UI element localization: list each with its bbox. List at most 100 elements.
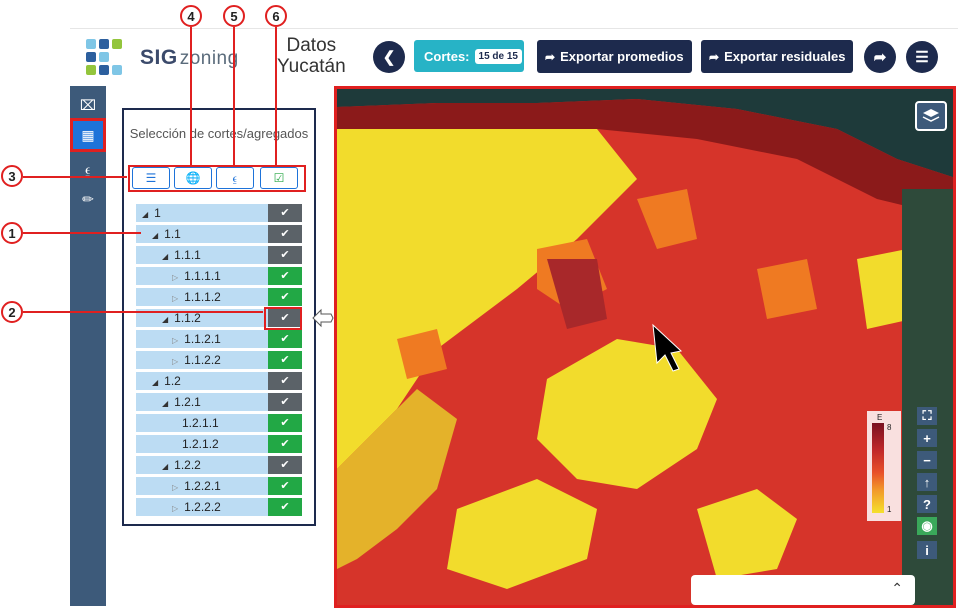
- layers-icon: [922, 109, 940, 122]
- sidebar-item-layers[interactable]: ▦: [70, 118, 106, 152]
- collapse-icon[interactable]: ◢: [152, 231, 158, 240]
- expand-icon[interactable]: ▷: [172, 504, 178, 513]
- visibility-button[interactable]: ◉: [917, 517, 937, 535]
- choropleth-layer: [337, 89, 953, 605]
- collapse-icon[interactable]: ◢: [142, 210, 148, 219]
- tree-label: 1.1.2: [174, 311, 201, 325]
- tree-row[interactable]: 1.2.1.1 ✔: [136, 414, 302, 432]
- tree-label: 1.2.1.1: [182, 416, 219, 430]
- tree-row[interactable]: ▷ 1.2.2.1 ✔: [136, 477, 302, 495]
- tree-label: 1.1.1: [174, 248, 201, 262]
- share-icon: ➦: [873, 49, 887, 66]
- sidebar-item-map[interactable]: ⌧: [74, 92, 102, 118]
- map-view[interactable]: E 8 1 ⛶ + − ↑ ? ◉ i ⌃: [334, 86, 956, 608]
- expand-icon[interactable]: ▷: [172, 357, 178, 366]
- expand-icon[interactable]: ▷: [172, 336, 178, 345]
- chevron-left-icon: ❮: [382, 49, 396, 66]
- hierarchy-icon: ⍷: [231, 170, 239, 185]
- collapse-icon[interactable]: ◢: [162, 252, 168, 261]
- tree-checkbox[interactable]: ✔: [268, 372, 302, 390]
- back-button[interactable]: ❮: [373, 41, 405, 73]
- callout-6-line: [275, 27, 277, 165]
- legend-title: E: [877, 413, 883, 422]
- tree-checkbox[interactable]: ✔: [268, 435, 302, 453]
- map-icon: ⌧: [79, 96, 97, 113]
- tree-checkbox[interactable]: ✔: [268, 204, 302, 222]
- tree-row[interactable]: 1.2.1.2 ✔: [136, 435, 302, 453]
- tree-row[interactable]: ◢ 1.2.2 ✔: [136, 456, 302, 474]
- tree-checkbox[interactable]: ✔: [268, 456, 302, 474]
- tree-row[interactable]: ▷ 1.1.2.2 ✔: [136, 351, 302, 369]
- tool-list-button[interactable]: ☰: [132, 167, 170, 189]
- menu-button[interactable]: ☰: [906, 41, 938, 73]
- cortes-badge[interactable]: Cortes: 15 de 15: [414, 40, 524, 72]
- expand-icon[interactable]: ▷: [172, 483, 178, 492]
- tree-checkbox[interactable]: ✔: [268, 246, 302, 264]
- collapse-icon[interactable]: ◢: [162, 399, 168, 408]
- check-circle-icon: ✔: [280, 207, 290, 219]
- check-circle-icon: ✔: [280, 480, 290, 492]
- zoom-in-icon: +: [923, 430, 931, 446]
- tree-checkbox[interactable]: ✔: [268, 267, 302, 285]
- north-button[interactable]: ↑: [917, 473, 937, 491]
- tree-row[interactable]: ◢ 1.2 ✔: [136, 372, 302, 390]
- tree-checkbox[interactable]: ✔: [268, 225, 302, 243]
- hierarchy-icon: ⍷: [83, 160, 93, 177]
- tree-row[interactable]: ◢ 1 ✔: [136, 204, 302, 222]
- dataset-title: Datos Yucatán: [277, 35, 346, 77]
- sidebar-item-style[interactable]: ✏: [74, 186, 102, 212]
- share-button[interactable]: ➦: [864, 41, 896, 73]
- tree-row[interactable]: ▷ 1.1.2.1 ✔: [136, 330, 302, 348]
- tree-row[interactable]: ◢ 1.1 ✔: [136, 225, 302, 243]
- tree-row[interactable]: ◢ 1.1.1 ✔: [136, 246, 302, 264]
- tree-checkbox[interactable]: ✔: [268, 477, 302, 495]
- tree-row[interactable]: ▷ 1.1.1.1 ✔: [136, 267, 302, 285]
- check-circle-icon: ✔: [280, 291, 290, 303]
- layers-toggle-button[interactable]: [915, 101, 947, 131]
- info-button[interactable]: i: [917, 541, 937, 559]
- collapse-icon[interactable]: ◢: [152, 378, 158, 387]
- callout-3: 3: [1, 165, 23, 187]
- tree-label: 1.2: [164, 374, 181, 388]
- legend-max: 8: [887, 423, 892, 432]
- export-residuals-button[interactable]: ➦ Exportar residuales: [701, 40, 854, 73]
- tree-row[interactable]: ◢ 1.2.1 ✔: [136, 393, 302, 411]
- zoom-in-button[interactable]: +: [917, 429, 937, 447]
- tree-checkbox[interactable]: ✔: [268, 330, 302, 348]
- north-arrow-icon: ↑: [923, 474, 931, 490]
- tool-hierarchy-button[interactable]: ⍷: [216, 167, 254, 189]
- callout-2-line: [23, 311, 263, 313]
- hand-cursor-icon: [312, 308, 334, 328]
- help-button[interactable]: ?: [917, 495, 937, 513]
- tree-label: 1: [154, 206, 161, 220]
- collapse-icon[interactable]: ◢: [162, 315, 168, 324]
- expand-icon[interactable]: ▷: [172, 294, 178, 303]
- tool-check-button[interactable]: ☑: [260, 167, 298, 189]
- export-averages-button[interactable]: ➦ Exportar promedios: [537, 40, 692, 73]
- tool-globe-button[interactable]: 🌐: [174, 167, 212, 189]
- collapse-icon[interactable]: ◢: [162, 462, 168, 471]
- selection-box: Selección de cortes/agregados ☰ 🌐 ⍷ ☑ ◢ 1…: [122, 108, 316, 526]
- brush-icon: ✏: [82, 190, 94, 207]
- check-circle-icon: ✔: [280, 333, 290, 345]
- tree-row[interactable]: ▷ 1.1.1.2 ✔: [136, 288, 302, 306]
- sidebar-item-hierarchy[interactable]: ⍷: [74, 156, 102, 182]
- tree-label: 1.1.1.2: [184, 290, 221, 304]
- expand-icon[interactable]: ▷: [172, 273, 178, 282]
- tree-checkbox[interactable]: ✔: [268, 414, 302, 432]
- bottom-drawer[interactable]: ⌃: [691, 575, 915, 605]
- tree-checkbox[interactable]: ✔: [268, 393, 302, 411]
- zoom-out-button[interactable]: −: [917, 451, 937, 469]
- check-circle-icon: ✔: [280, 501, 290, 513]
- sigzoning-logo: [86, 39, 124, 77]
- tree-row[interactable]: ▷ 1.2.2.2 ✔: [136, 498, 302, 516]
- fullscreen-button[interactable]: ⛶: [917, 407, 937, 425]
- panel-title: Selección de cortes/agregados: [129, 126, 309, 141]
- tree-checkbox[interactable]: ✔: [268, 498, 302, 516]
- legend: E 8 1: [867, 411, 901, 521]
- tree-label: 1.1: [164, 227, 181, 241]
- tree-checkbox[interactable]: ✔: [268, 351, 302, 369]
- tree-label: 1.1.2.1: [184, 332, 221, 346]
- tree-checkbox[interactable]: ✔: [268, 288, 302, 306]
- callout-5-line: [233, 27, 235, 165]
